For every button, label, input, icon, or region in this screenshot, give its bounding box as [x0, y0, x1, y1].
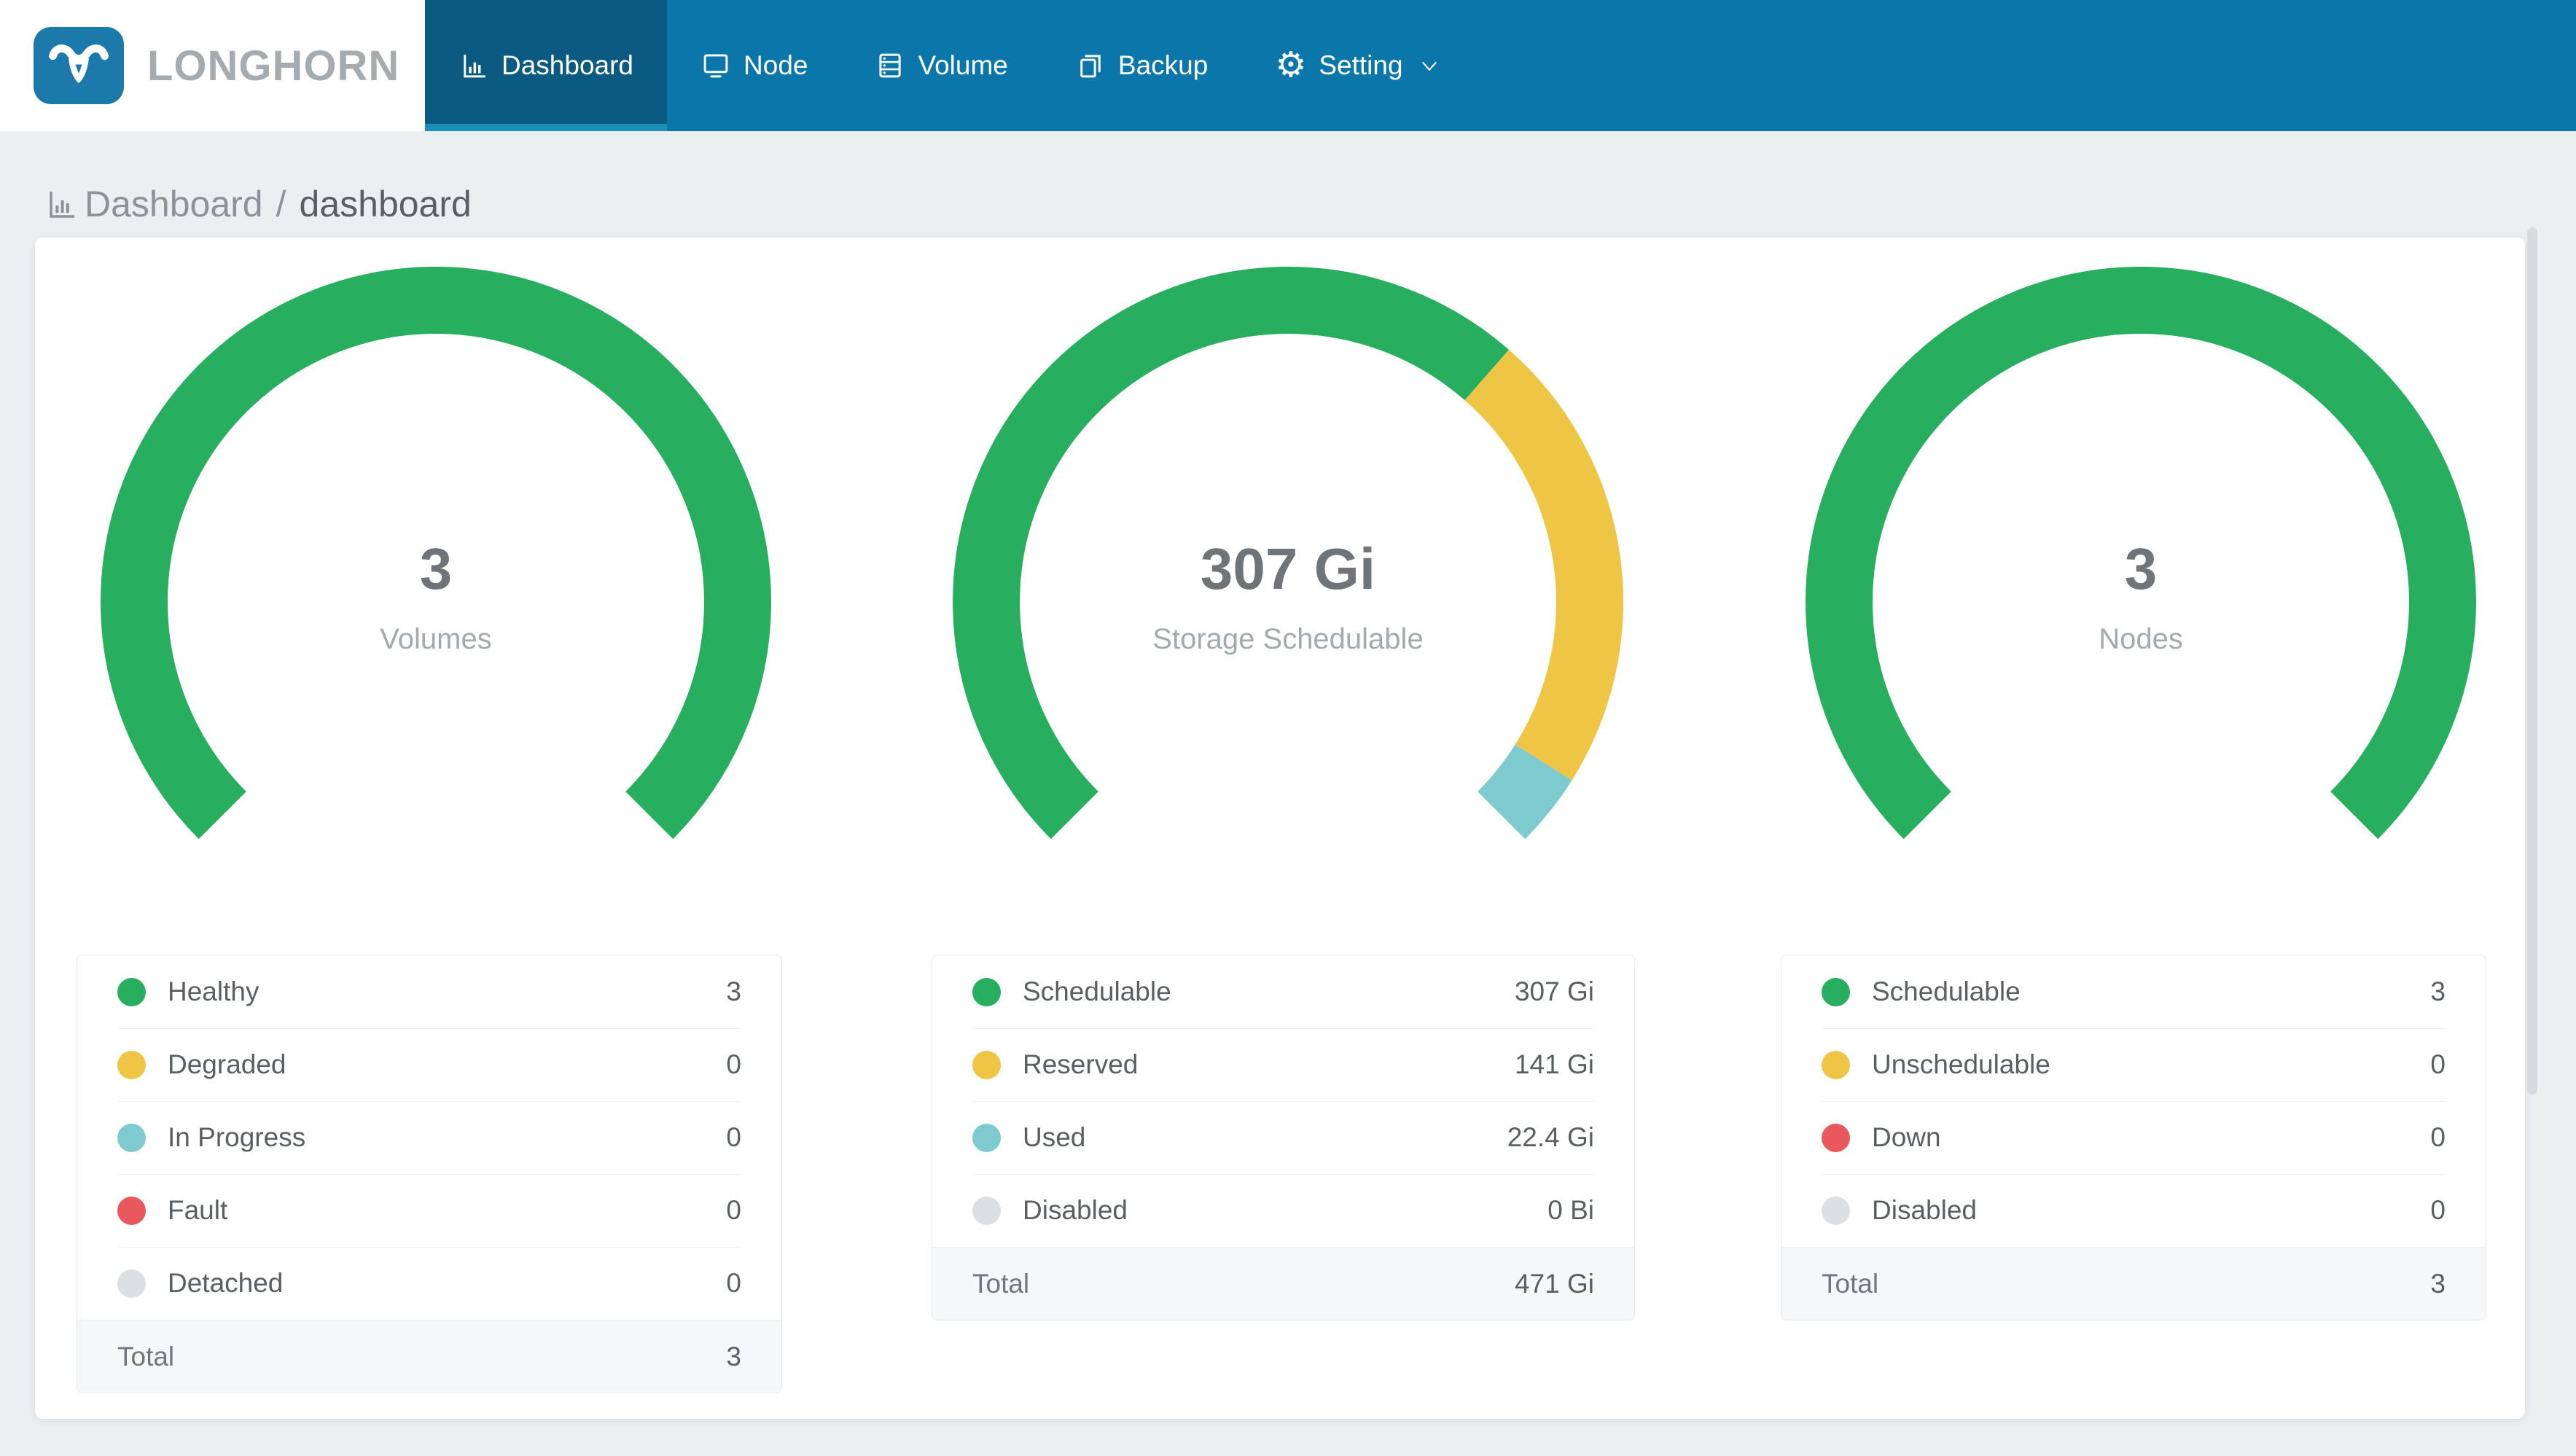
volumes-gauge-center: 3 Volumes [181, 540, 691, 656]
legend-row-disabled: Disabled 0 [1781, 1174, 2486, 1247]
storage-gauge-center: 307 Gi Storage Schedulable [1033, 540, 1543, 656]
legend-row-reserved: Reserved 141 Gi [932, 1028, 1634, 1101]
legend-row-schedulable: Schedulable 307 Gi [932, 955, 1634, 1028]
legend-row-healthy: Healthy 3 [77, 955, 781, 1028]
storage-legend-table: Schedulable 307 Gi Reserved 141 Gi Used … [932, 955, 1635, 1320]
legend-row-total: Total 3 [77, 1320, 781, 1393]
legend-row-total: Total 471 Gi [932, 1247, 1634, 1320]
used-dot [972, 1123, 1001, 1152]
legend-row-total: Total 3 [1781, 1247, 2486, 1320]
tab-dashboard[interactable]: Dashboard [425, 0, 668, 131]
unschedulable-dot [1822, 1050, 1850, 1079]
nodes-count: 3 [2124, 536, 2158, 601]
healthy-dot [117, 977, 146, 1006]
tab-node[interactable]: Node [667, 0, 841, 131]
legend-row-down: Down 0 [1781, 1101, 2486, 1174]
chevron-down-icon [1421, 61, 1437, 71]
legend-row-fault: Fault 0 [77, 1174, 781, 1247]
legend-row-disabled: Disabled 0 Bi [932, 1174, 1634, 1247]
main-menu: Dashboard Node Volume Backup ⚙ Setting [425, 0, 1474, 131]
in-progress-dot [117, 1123, 146, 1152]
fault-dot [117, 1196, 146, 1225]
schedulable-dot [972, 977, 1001, 1006]
schedulable-dot [1822, 977, 1850, 1006]
volumes-legend-table: Healthy 3 Degraded 0 In Progress 0 Fault… [77, 955, 782, 1393]
backup-icon [1080, 55, 1101, 78]
bar-chart-icon [50, 192, 74, 218]
breadcrumb-current-page: dashboard [299, 184, 472, 224]
volumes-count: 3 [419, 536, 453, 601]
legend-row-used: Used 22.4 Gi [932, 1101, 1634, 1174]
legend-row-unschedulable: Unschedulable 0 [1781, 1028, 2486, 1101]
tab-backup[interactable]: Backup [1042, 0, 1241, 131]
legend-row-in-progress: In Progress 0 [77, 1101, 781, 1174]
down-dot [1822, 1123, 1850, 1152]
top-navbar: LONGHORN Dashboard Node Volume Backup ⚙ … [0, 0, 2576, 131]
storage-schedulable-value: 307 Gi [1200, 536, 1376, 601]
tab-volume[interactable]: Volume [841, 0, 1041, 131]
breadcrumb-separator: / [276, 184, 286, 224]
gauge-segment-used [1477, 744, 1572, 839]
logo-badge [34, 27, 124, 104]
brand-name: LONGHORN [147, 42, 400, 90]
legend-row-schedulable: Schedulable 3 [1781, 955, 2486, 1028]
tab-dashboard-label: Dashboard [501, 50, 634, 80]
volumes-label: Volumes [380, 623, 492, 655]
legend-row-detached: Detached 0 [77, 1247, 781, 1320]
bar-chart-icon [464, 55, 485, 78]
tab-backup-label: Backup [1117, 50, 1209, 80]
tab-volume-label: Volume [918, 50, 1008, 80]
active-tab-indicator [425, 124, 668, 131]
node-icon [703, 54, 728, 78]
reserved-dot [972, 1050, 1001, 1079]
storage-schedulable-label: Storage Schedulable [1152, 623, 1424, 655]
legend-row-degraded: Degraded 0 [77, 1028, 781, 1101]
breadcrumb-section[interactable]: Dashboard [85, 183, 263, 225]
tab-setting-label: Setting [1319, 50, 1403, 80]
disabled-dot [972, 1196, 1001, 1225]
disabled-dot [1822, 1196, 1850, 1225]
vertical-scrollbar-thumb[interactable] [2527, 227, 2537, 1095]
longhorn-dashboard-screen: LONGHORN Dashboard Node Volume Backup ⚙ … [0, 0, 2576, 1456]
tab-node-label: Node [743, 50, 808, 80]
gear-icon: ⚙ [1275, 46, 1307, 85]
detached-dot [117, 1269, 146, 1298]
longhorn-bull-icon [49, 44, 109, 83]
dashboard-card: 3 Volumes 307 Gi Storage Schedulable 3 N… [35, 238, 2525, 1419]
nodes-legend-table: Schedulable 3 Unschedulable 0 Down 0 Dis… [1781, 955, 2486, 1320]
tab-setting[interactable]: ⚙ Setting [1241, 0, 1473, 131]
nodes-label: Nodes [2099, 623, 2183, 655]
logo[interactable]: LONGHORN [0, 0, 425, 131]
nodes-gauge-center: 3 Nodes [1886, 540, 2396, 656]
volume-icon [879, 53, 902, 78]
degraded-dot [117, 1050, 146, 1079]
